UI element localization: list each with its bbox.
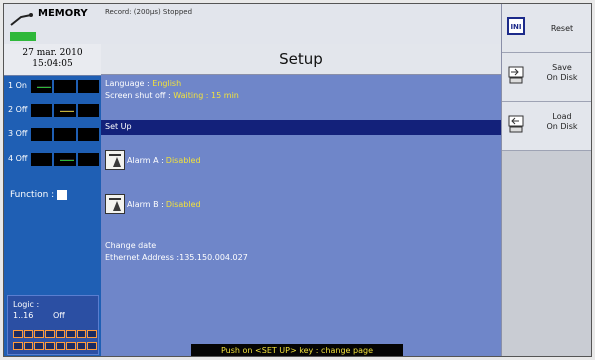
channel-box	[77, 128, 99, 141]
probe-icon	[10, 13, 33, 26]
function-toggle[interactable]: Function :	[10, 190, 68, 200]
channel-box	[54, 128, 76, 141]
disk-save-icon	[508, 66, 524, 84]
language-setting[interactable]: Language : English	[105, 79, 181, 88]
channel-2[interactable]: 2 Off	[8, 104, 100, 118]
channel-4[interactable]: 4 Off	[8, 153, 100, 167]
screen-shutoff-setting[interactable]: Screen shut off : Waiting : 15 min	[105, 91, 239, 100]
app-name: MEMORY	[38, 8, 88, 19]
reset-label: Reset	[550, 24, 574, 33]
channel-box	[31, 153, 53, 166]
load-label-line2: On Disk	[546, 122, 578, 131]
save-label-line1: Save	[552, 63, 572, 72]
channel-label: 3 Off	[8, 129, 28, 138]
channel-box	[54, 80, 76, 93]
logic-bits-row	[13, 342, 97, 350]
setup-panel: Setup Language : English Screen shut off…	[101, 44, 501, 356]
section-label: Set Up	[105, 122, 132, 131]
channel-box	[77, 104, 99, 117]
channel-box	[31, 128, 53, 141]
channel-box	[54, 104, 76, 117]
memory-indicator	[10, 32, 36, 41]
record-status: Record: (200µs) Stopped	[105, 8, 193, 16]
language-label: Language :	[105, 79, 150, 88]
time: 15:04:05	[32, 59, 73, 69]
save-label-line2: On Disk	[546, 73, 578, 82]
load-label-line1: Load	[552, 112, 572, 121]
logic-panel[interactable]: Logic : 1..16 Off	[7, 295, 99, 355]
alarm-a-label: Alarm A :	[127, 155, 164, 165]
alarm-b-label: Alarm B :	[127, 199, 164, 209]
channel-1[interactable]: 1 On	[8, 80, 100, 94]
alarm-a-value: Disabled	[165, 155, 201, 165]
function-label: Function :	[10, 190, 55, 200]
channel-3[interactable]: 3 Off	[8, 128, 100, 142]
logic-range: 1..16	[13, 311, 34, 320]
disk-load-icon	[508, 115, 524, 133]
change-date[interactable]: Change date	[105, 241, 156, 250]
channel-box	[54, 153, 76, 166]
page-title: Setup	[101, 44, 501, 75]
channel-label: 4 Off	[8, 154, 28, 163]
alarm-b-setting[interactable]: Alarm B : Disabled	[105, 194, 201, 214]
logic-state: Off	[53, 311, 65, 320]
reset-button[interactable]: INI Reset	[502, 4, 591, 53]
init-icon-text: INI	[510, 23, 521, 31]
status-bar: Record: (200µs) Stopped	[101, 4, 501, 44]
logic-bits-row	[13, 330, 97, 338]
channel-label: 2 Off	[8, 105, 28, 114]
screen-shutoff-value: Waiting : 15 min	[173, 91, 239, 100]
alarm-icon	[105, 150, 125, 170]
alarm-b-value: Disabled	[165, 199, 201, 209]
alarm-a-setting[interactable]: Alarm A : Disabled	[105, 150, 201, 170]
right-menu: INI Reset Save On Disk Load On Disk	[501, 4, 591, 356]
language-value: English	[152, 79, 182, 88]
logo-area: MEMORY	[4, 4, 101, 44]
channel-box	[31, 104, 53, 117]
screen-shutoff-label: Screen shut off :	[105, 91, 171, 100]
init-icon: INI	[507, 17, 525, 35]
alarm-icon	[105, 194, 125, 214]
left-panel: MEMORY 27 mar. 2010 15:04:05 1 On 2 Off	[4, 4, 101, 356]
save-on-disk-button[interactable]: Save On Disk	[502, 53, 591, 102]
oscilloscope-screen: MEMORY 27 mar. 2010 15:04:05 1 On 2 Off	[3, 3, 592, 357]
date: 27 mar. 2010	[22, 48, 83, 58]
channel-box	[31, 80, 53, 93]
setup-section-band: Set Up	[101, 120, 501, 135]
hint-message: Push on <SET UP> key : change page	[191, 344, 403, 356]
channel-label: 1 On	[8, 81, 27, 90]
ethernet-address: Ethernet Address :135.150.004.027	[105, 253, 248, 262]
function-checkbox[interactable]	[57, 190, 68, 200]
load-on-disk-button[interactable]: Load On Disk	[502, 102, 591, 151]
logic-label: Logic :	[13, 300, 40, 309]
channel-box	[77, 80, 99, 93]
date-time: 27 mar. 2010 15:04:05	[4, 44, 101, 76]
channel-box	[77, 153, 99, 166]
